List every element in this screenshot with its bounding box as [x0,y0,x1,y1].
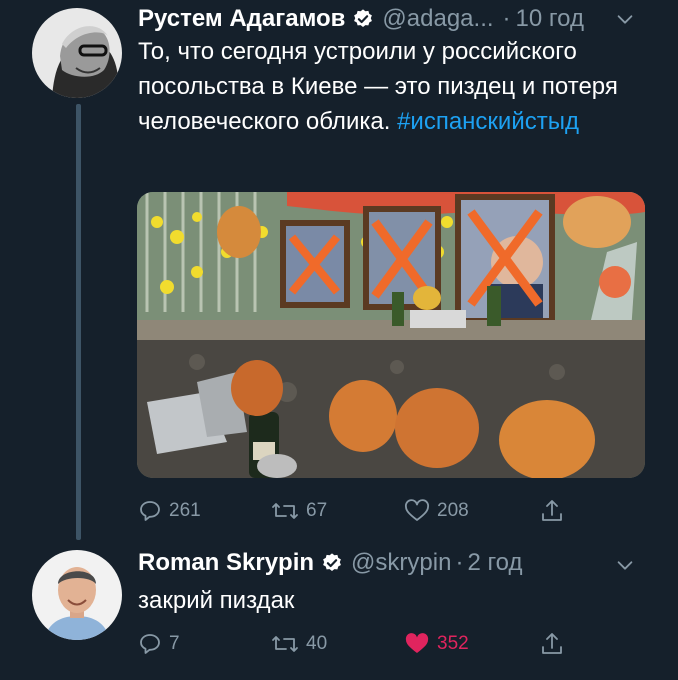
reply-icon [140,634,160,654]
tweet-timestamp[interactable]: 10 год [516,5,584,33]
chevron-down-icon[interactable] [614,554,636,576]
reply-button[interactable]: 7 [138,632,271,656]
thread-line [76,104,81,540]
tweet-skrypin[interactable]: Roman Skrypin @skrypin · 2 год закрий пи… [0,540,678,680]
retweet-button[interactable]: 40 [271,632,404,656]
share-button[interactable] [540,498,564,524]
like-icon [405,499,429,521]
like-count: 208 [437,500,469,521]
reply-icon [140,501,160,521]
like-button[interactable]: 208 [404,499,540,523]
author-name[interactable]: Рустем Адагамов [138,5,345,33]
hashtag-link[interactable]: #испанскийстыд [397,108,579,135]
tweet-text: То, что сегодня устроили у российского п… [138,34,618,139]
tweet-adagamov[interactable]: Рустем Адагамов @adaga... · 10 год То, ч… [0,0,678,540]
tweet-media-photo[interactable] [137,192,645,478]
share-icon [542,633,562,654]
reply-button[interactable]: 261 [138,499,271,523]
retweet-count: 67 [306,500,328,521]
verified-badge-icon [323,553,341,571]
like-count: 352 [437,633,469,654]
retweet-icon [272,636,298,652]
avatar-adagamov[interactable] [32,8,122,98]
like-button[interactable]: 352 [404,632,540,656]
reply-count: 7 [169,633,180,654]
tweet-actions: 261 67 208 [138,496,608,526]
tweet-timestamp[interactable]: 2 год [467,549,522,577]
tweet-header: Рустем Адагамов @adaga... · 10 год [138,2,638,36]
share-icon [542,500,562,521]
share-button[interactable] [540,631,564,657]
chevron-down-icon[interactable] [614,8,636,30]
avatar-skrypin[interactable] [32,550,122,640]
author-handle[interactable]: @skrypin [351,549,451,577]
tweet-actions: 7 40 352 [138,629,608,659]
retweet-button[interactable]: 67 [271,499,404,523]
separator-dot: · [502,5,511,32]
tweet-text: закрий пиздак [138,587,295,614]
like-icon [405,633,429,653]
author-name[interactable]: Roman Skrypin [138,549,314,577]
retweet-count: 40 [306,633,328,654]
retweet-icon [272,503,298,519]
reply-count: 261 [169,500,201,521]
separator-dot: · [455,549,464,576]
verified-badge-icon [354,9,373,27]
tweet-header: Roman Skrypin @skrypin · 2 год [138,546,638,580]
author-handle[interactable]: @adaga... [382,5,493,33]
